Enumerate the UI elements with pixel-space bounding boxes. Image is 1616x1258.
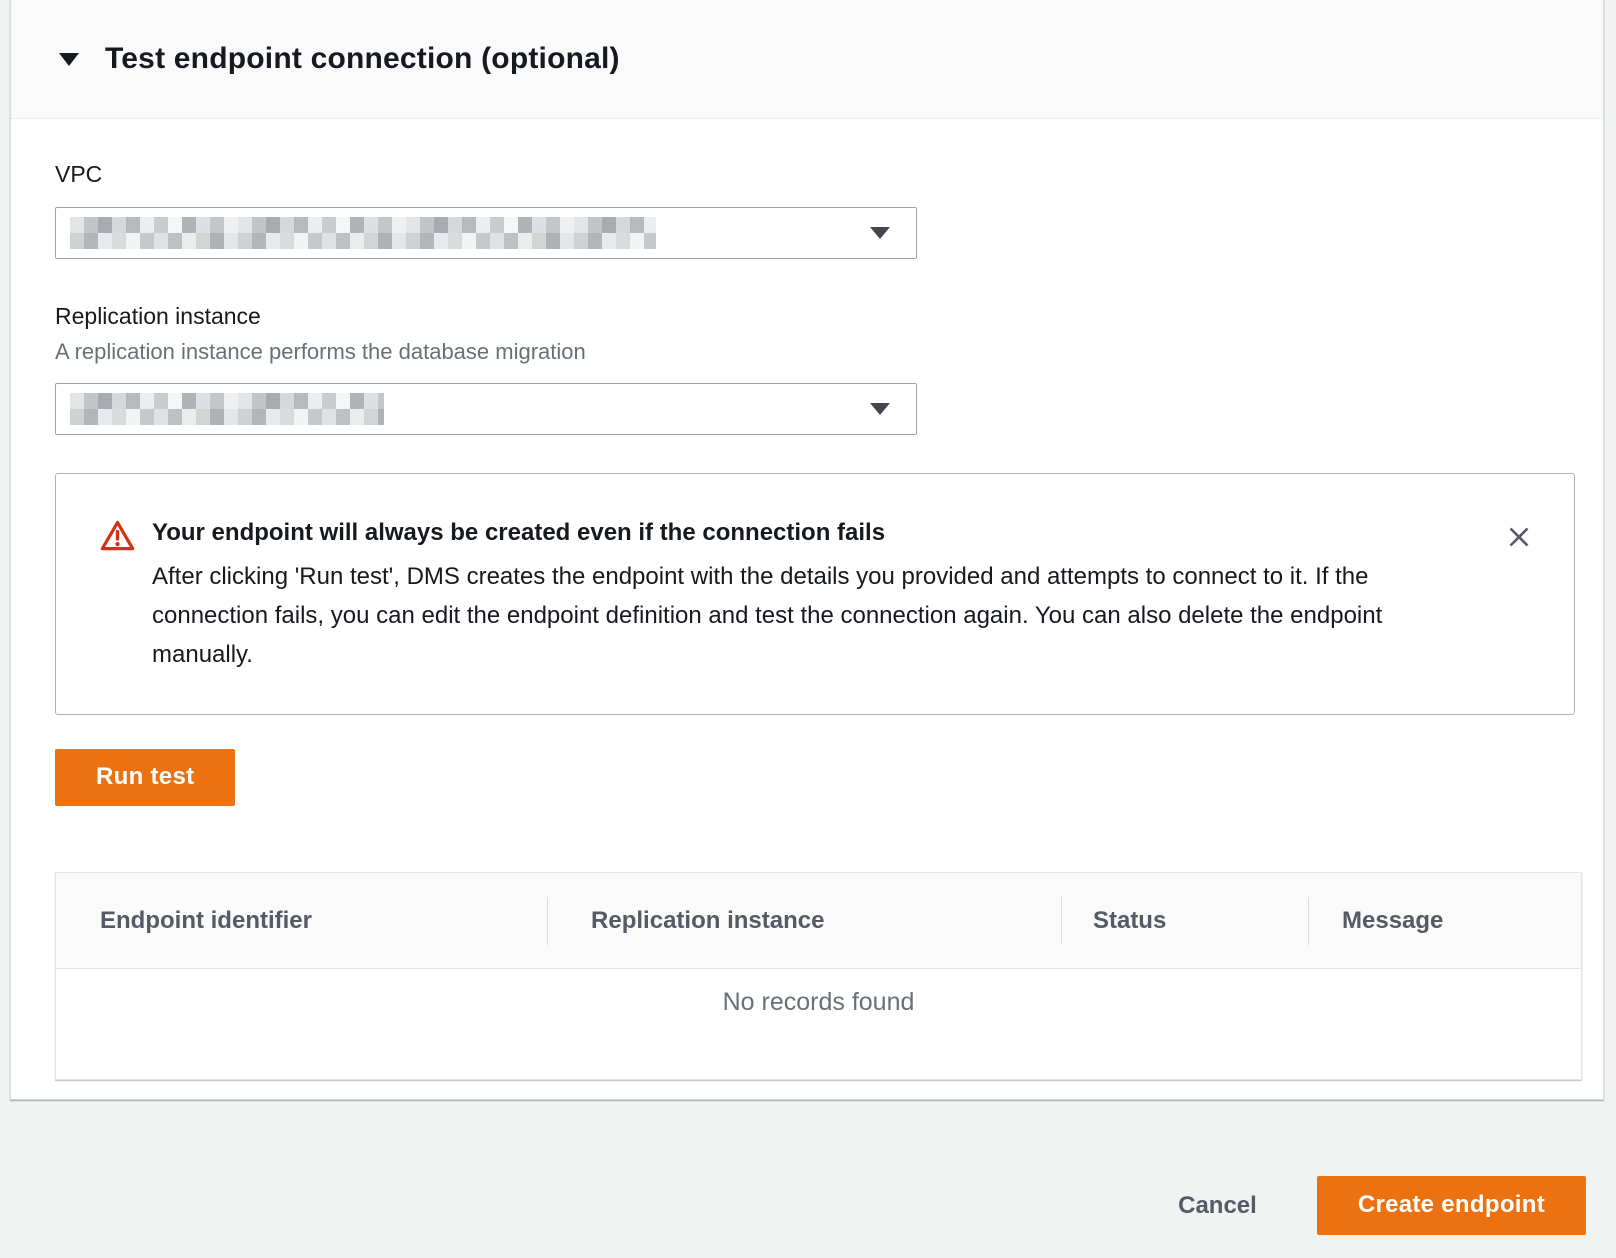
chevron-down-icon bbox=[870, 403, 890, 415]
replication-instance-field: Replication instance A replication insta… bbox=[55, 303, 1559, 436]
cancel-button[interactable]: Cancel bbox=[1160, 1180, 1275, 1232]
section-title: Test endpoint connection (optional) bbox=[105, 42, 620, 76]
section-body: VPC Replication instance A replication i… bbox=[11, 119, 1603, 1080]
test-endpoint-section: Test endpoint connection (optional) VPC … bbox=[10, 0, 1604, 1100]
no-records-message: No records found bbox=[723, 988, 915, 1017]
warning-alert: Your endpoint will always be created eve… bbox=[55, 473, 1575, 715]
replication-instance-redacted-value bbox=[70, 393, 384, 425]
replication-instance-label: Replication instance bbox=[55, 303, 1559, 331]
replication-instance-select[interactable] bbox=[55, 383, 917, 435]
replication-instance-description: A replication instance performs the data… bbox=[55, 339, 1559, 365]
table-empty-state: No records found bbox=[56, 969, 1581, 1079]
vpc-redacted-value bbox=[70, 217, 656, 249]
column-header-replication-instance: Replication instance bbox=[547, 907, 1061, 935]
warning-body: After clicking 'Run test', DMS creates t… bbox=[152, 557, 1452, 674]
collapse-caret-icon[interactable] bbox=[59, 53, 79, 66]
section-header[interactable]: Test endpoint connection (optional) bbox=[11, 0, 1603, 119]
create-endpoint-button[interactable]: Create endpoint bbox=[1317, 1176, 1586, 1235]
column-header-message: Message bbox=[1308, 907, 1581, 935]
warning-content: Your endpoint will always be created eve… bbox=[152, 518, 1452, 674]
vpc-select[interactable] bbox=[55, 207, 917, 259]
footer-actions: Cancel Create endpoint bbox=[1160, 1176, 1586, 1235]
close-icon[interactable] bbox=[1500, 518, 1538, 556]
column-header-endpoint-identifier: Endpoint identifier bbox=[56, 907, 547, 935]
run-test-button[interactable]: Run test bbox=[55, 749, 235, 806]
vpc-field: VPC bbox=[55, 161, 1559, 259]
table-header-row: Endpoint identifier Replication instance… bbox=[56, 873, 1581, 969]
vpc-label: VPC bbox=[55, 161, 1559, 189]
warning-title: Your endpoint will always be created eve… bbox=[152, 518, 1452, 548]
warning-triangle-icon bbox=[100, 519, 135, 557]
column-header-status: Status bbox=[1061, 907, 1308, 935]
chevron-down-icon bbox=[870, 227, 890, 239]
connection-results-table: Endpoint identifier Replication instance… bbox=[55, 872, 1582, 1080]
